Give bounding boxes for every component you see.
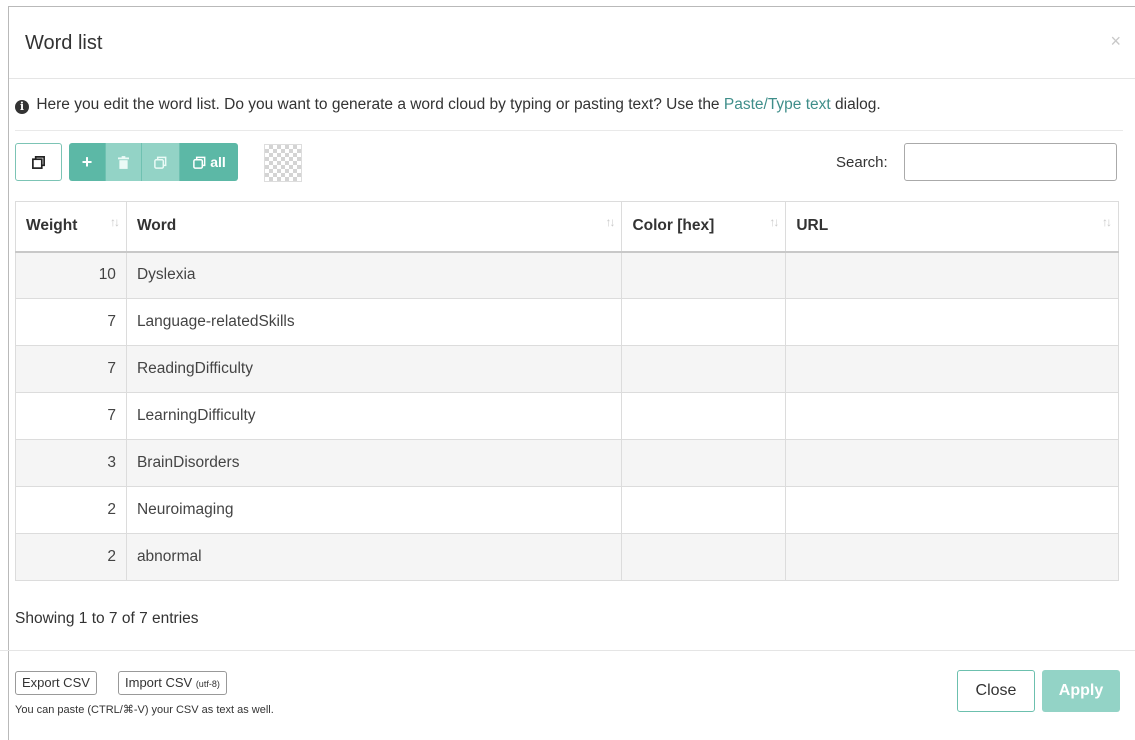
table-row[interactable]: 2 abnormal: [15, 533, 1119, 581]
color-cell[interactable]: [621, 439, 787, 487]
weight-cell[interactable]: 2: [15, 486, 127, 534]
word-table: Weight ↑↓ Word ↑↓ Color [hex] ↑↓ URL ↑↓ 10 D…: [15, 201, 1119, 581]
column-label: Weight: [26, 217, 78, 235]
column-header-color[interactable]: Color [hex] ↑↓: [621, 201, 787, 253]
color-cell[interactable]: [621, 298, 787, 346]
search-input[interactable]: [904, 143, 1117, 181]
weight-cell[interactable]: 7: [15, 392, 127, 440]
sort-icon: ↑↓: [1102, 215, 1112, 229]
table-row[interactable]: 2 Neuroimaging: [15, 486, 1119, 534]
close-icon[interactable]: ×: [1110, 31, 1121, 52]
weight-cell[interactable]: 7: [15, 345, 127, 393]
table-row[interactable]: 7 ReadingDifficulty: [15, 345, 1119, 393]
url-cell[interactable]: [785, 439, 1119, 487]
word-cell[interactable]: ReadingDifficulty: [125, 345, 623, 393]
duplicate-all-label: all: [210, 154, 226, 170]
close-button[interactable]: Close: [957, 670, 1035, 712]
info-text-end: dialog.: [835, 96, 881, 113]
url-cell[interactable]: [785, 251, 1119, 299]
sort-icon: ↑↓: [769, 215, 779, 229]
word-cell[interactable]: Dyslexia: [125, 251, 623, 299]
color-picker-swatch[interactable]: [264, 144, 302, 182]
footer-divider: [0, 650, 1135, 651]
plus-icon: +: [81, 151, 93, 172]
clone-icon: [154, 156, 167, 169]
table-row[interactable]: 7 LearningDifficulty: [15, 392, 1119, 440]
color-cell[interactable]: [621, 533, 787, 581]
row-actions-group: + all: [69, 143, 238, 181]
table-header-row: Weight ↑↓ Word ↑↓ Color [hex] ↑↓ URL ↑↓: [15, 201, 1119, 253]
export-csv-button[interactable]: Export CSV: [15, 671, 97, 695]
url-cell[interactable]: [785, 486, 1119, 534]
url-cell[interactable]: [785, 345, 1119, 393]
column-header-word[interactable]: Word ↑↓: [125, 201, 623, 253]
trash-icon: [118, 155, 129, 169]
color-cell[interactable]: [621, 251, 787, 299]
entries-info: Showing 1 to 7 of 7 entries: [15, 610, 199, 627]
word-cell[interactable]: Language-relatedSkills: [125, 298, 623, 346]
import-csv-label: Import CSV: [125, 675, 193, 690]
column-label: Color [hex]: [632, 217, 715, 235]
weight-cell[interactable]: 2: [15, 533, 127, 581]
sort-icon: ↑↓: [109, 215, 120, 229]
table-row[interactable]: 3 BrainDisorders: [15, 439, 1119, 487]
url-cell[interactable]: [785, 392, 1119, 440]
column-header-url[interactable]: URL ↑↓: [785, 201, 1119, 253]
column-label: Word: [136, 217, 177, 235]
apply-button[interactable]: Apply: [1042, 670, 1120, 712]
dialog-header: Word list ×: [9, 7, 1135, 79]
word-cell[interactable]: BrainDisorders: [125, 439, 623, 487]
weight-cell[interactable]: 10: [15, 251, 127, 299]
import-csv-button[interactable]: Import CSV (utf-8): [118, 671, 227, 695]
search-label: Search:: [836, 154, 888, 171]
sort-icon: ↑↓: [605, 215, 615, 229]
copy-button[interactable]: [15, 143, 62, 181]
duplicate-all-button[interactable]: all: [180, 143, 238, 181]
color-cell[interactable]: [621, 392, 787, 440]
table-row[interactable]: 7 Language-relatedSkills: [15, 298, 1119, 346]
color-cell[interactable]: [621, 486, 787, 534]
paste-type-text-link[interactable]: Paste/Type text: [724, 96, 831, 113]
duplicate-row-button[interactable]: [142, 143, 180, 181]
word-cell[interactable]: abnormal: [125, 533, 623, 581]
weight-cell[interactable]: 7: [15, 298, 127, 346]
paste-hint: You can paste (CTRL/⌘-V) your CSV as tex…: [15, 704, 274, 716]
add-row-button[interactable]: +: [69, 143, 106, 181]
table-row[interactable]: 10 Dyslexia: [15, 251, 1119, 299]
delete-row-button[interactable]: [106, 143, 142, 181]
copy-icon: [32, 155, 45, 169]
word-cell[interactable]: Neuroimaging: [125, 486, 623, 534]
clone-all-icon: [193, 156, 206, 169]
url-cell[interactable]: [785, 298, 1119, 346]
info-icon: i: [15, 100, 29, 114]
column-label: URL: [796, 217, 829, 235]
divider: [15, 130, 1123, 131]
dialog-title: Word list: [25, 32, 103, 54]
column-header-weight[interactable]: Weight ↑↓: [15, 201, 127, 253]
info-text: Here you edit the word list. Do you want…: [36, 96, 720, 113]
color-cell[interactable]: [621, 345, 787, 393]
url-cell[interactable]: [785, 533, 1119, 581]
weight-cell[interactable]: 3: [15, 439, 127, 487]
word-cell[interactable]: LearningDifficulty: [125, 392, 623, 440]
import-encoding-note: (utf-8): [195, 679, 220, 689]
info-message: i Here you edit the word list. Do you wa…: [15, 96, 881, 114]
